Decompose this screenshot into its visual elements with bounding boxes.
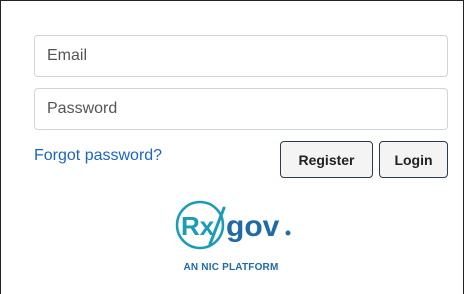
login-card: Forgot password? Register Login Rx gov A… — [0, 0, 464, 294]
forgot-password-link[interactable]: Forgot password? — [34, 147, 162, 165]
logo-gov-text: gov — [226, 210, 280, 243]
email-field[interactable] — [34, 35, 448, 77]
logo-rx-text: Rx — [181, 211, 215, 241]
rxgov-logo: Rx gov AN NIC PLATFORM — [166, 196, 316, 281]
login-button[interactable]: Login — [379, 141, 448, 178]
password-field[interactable] — [34, 88, 448, 130]
register-button[interactable]: Register — [280, 141, 373, 178]
logo-dot — [285, 230, 291, 236]
rxgov-logo-mark: Rx gov — [175, 200, 291, 250]
logo-tagline: AN NIC PLATFORM — [183, 262, 279, 273]
